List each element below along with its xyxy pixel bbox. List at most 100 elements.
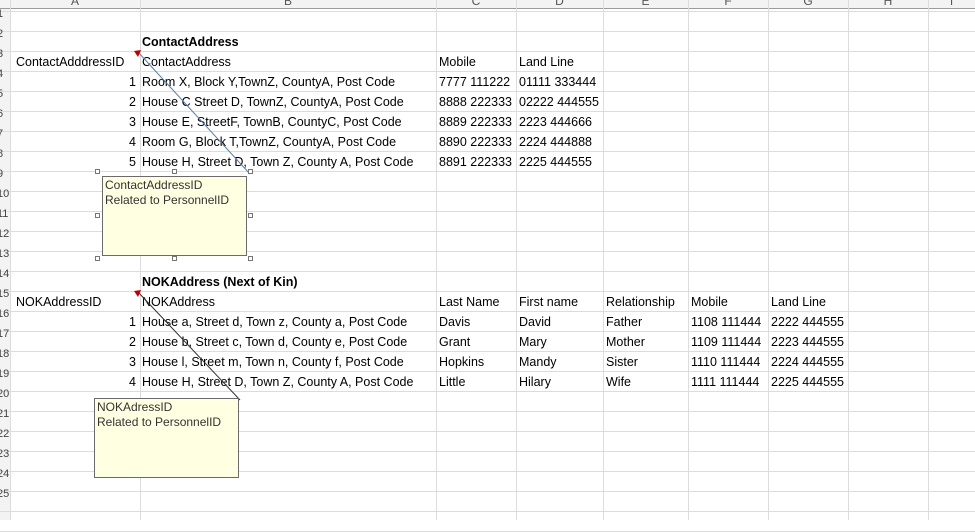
contact-comment-box[interactable]: ContactAddressID Related to PersonnelID (102, 176, 247, 256)
nok-mobile-cell[interactable]: 1109 111444 (691, 332, 761, 352)
row-header-5[interactable]: 5 (0, 84, 9, 104)
row-header-7[interactable]: 7 (0, 124, 9, 144)
nok-relationship-cell[interactable]: Wife (606, 372, 631, 392)
row-header-17[interactable]: 17 (0, 324, 9, 344)
contact-address-cell[interactable]: House H, Street D, Town Z, County A, Pos… (142, 152, 413, 172)
nok-last-name-cell[interactable]: Grant (439, 332, 470, 352)
row-header-1[interactable]: 1 (0, 4, 9, 24)
nok-mobile-cell[interactable]: 1111 111444 (691, 372, 759, 392)
resize-handle-top-right[interactable] (248, 169, 253, 174)
nok-landline-cell[interactable]: 2222 444555 (771, 312, 844, 332)
resize-handle-bottom[interactable] (172, 256, 177, 261)
nok-section-title[interactable]: NOKAddress (Next of Kin) (142, 272, 298, 292)
contact-id-cell[interactable]: 4 (10, 132, 136, 152)
nok-header-landline[interactable]: Land Line (771, 292, 826, 312)
contact-header-id[interactable]: ContactAdddressID (16, 52, 124, 72)
contact-landline-cell[interactable]: 2225 444555 (519, 152, 592, 172)
contact-mobile-cell[interactable]: 8888 222333 (439, 92, 512, 112)
contact-id-cell[interactable]: 1 (10, 72, 136, 92)
row-header-18[interactable]: 18 (0, 344, 9, 364)
row-header-21[interactable]: 21 (0, 404, 9, 424)
contact-mobile-cell[interactable]: 7777 111222 (439, 72, 510, 92)
nok-landline-cell[interactable]: 2223 444555 (771, 332, 844, 352)
spreadsheet-grid[interactable]: ABCDEFGHI1234567891011121314151617181920… (0, 0, 975, 532)
nok-address-cell[interactable]: House b, Street c, Town d, County e, Pos… (142, 332, 407, 352)
column-header-i[interactable]: I (928, 0, 975, 8)
resize-handle-bottom-left[interactable] (95, 256, 100, 261)
column-header-e[interactable]: E (603, 0, 688, 8)
nok-id-cell[interactable]: 1 (10, 312, 136, 332)
contact-header-address[interactable]: ContactAddress (142, 52, 231, 72)
nok-first-name-cell[interactable]: Mandy (519, 352, 557, 372)
nok-relationship-cell[interactable]: Father (606, 312, 642, 332)
row-header-3[interactable]: 3 (0, 44, 9, 64)
contact-id-cell[interactable]: 3 (10, 112, 136, 132)
column-header-g[interactable]: G (768, 0, 848, 8)
nok-mobile-cell[interactable]: 1108 111444 (691, 312, 761, 332)
contact-address-cell[interactable]: House C Street D, TownZ, CountyA, Post C… (142, 92, 404, 112)
row-header-8[interactable]: 8 (0, 144, 9, 164)
nok-header-relationship[interactable]: Relationship (606, 292, 675, 312)
contact-section-title[interactable]: ContactAddress (142, 32, 239, 52)
nok-first-name-cell[interactable]: David (519, 312, 551, 332)
contact-address-cell[interactable]: Room G, Block T,TownZ, CountyA, Post Cod… (142, 132, 396, 152)
nok-header-address[interactable]: NOKAddress (142, 292, 215, 312)
nok-first-name-cell[interactable]: Hilary (519, 372, 551, 392)
column-header-b[interactable]: B (140, 0, 436, 8)
contact-landline-cell[interactable]: 2223 444666 (519, 112, 592, 132)
nok-relationship-cell[interactable]: Sister (606, 352, 638, 372)
nok-address-cell[interactable]: House a, Street d, Town z, County a, Pos… (142, 312, 407, 332)
nok-address-cell[interactable]: House l, Street m, Town n, County f, Pos… (142, 352, 404, 372)
contact-mobile-cell[interactable]: 8889 222333 (439, 112, 512, 132)
nok-header-last-name[interactable]: Last Name (439, 292, 499, 312)
nok-landline-cell[interactable]: 2224 444555 (771, 352, 844, 372)
row-header-23[interactable]: 23 (0, 444, 9, 464)
nok-header-id[interactable]: NOKAddressID (16, 292, 101, 312)
row-header-22[interactable]: 22 (0, 424, 9, 444)
row-header-14[interactable]: 14 (0, 264, 9, 284)
contact-id-cell[interactable]: 5 (10, 152, 136, 172)
contact-landline-cell[interactable]: 02222 444555 (519, 92, 599, 112)
contact-mobile-cell[interactable]: 8891 222333 (439, 152, 512, 172)
nok-relationship-cell[interactable]: Mother (606, 332, 645, 352)
row-header-15[interactable]: 15 (0, 284, 9, 304)
row-header-4[interactable]: 4 (0, 64, 9, 84)
contact-id-cell[interactable]: 2 (10, 92, 136, 112)
row-header-13[interactable]: 13 (0, 244, 9, 264)
nok-id-cell[interactable]: 2 (10, 332, 136, 352)
nok-landline-cell[interactable]: 2225 444555 (771, 372, 844, 392)
resize-handle-bottom-right[interactable] (248, 256, 253, 261)
row-header-2[interactable]: 2 (0, 24, 9, 44)
row-header-19[interactable]: 19 (0, 364, 9, 384)
resize-handle-top[interactable] (172, 169, 177, 174)
contact-landline-cell[interactable]: 2224 444888 (519, 132, 592, 152)
contact-address-cell[interactable]: House E, StreetF, TownB, CountyC, Post C… (142, 112, 402, 132)
row-header-6[interactable]: 6 (0, 104, 9, 124)
contact-header-landline[interactable]: Land Line (519, 52, 574, 72)
resize-handle-top-left[interactable] (95, 169, 100, 174)
nok-mobile-cell[interactable]: 1110 111444 (691, 352, 760, 372)
nok-header-first-name[interactable]: First name (519, 292, 578, 312)
row-header-10[interactable]: 10 (0, 184, 9, 204)
resize-handle-right[interactable] (248, 213, 253, 218)
row-header-16[interactable]: 16 (0, 304, 9, 324)
column-header-a[interactable]: A (10, 0, 140, 8)
nok-last-name-cell[interactable]: Davis (439, 312, 470, 332)
nok-address-cell[interactable]: House H, Street D, Town Z, County A, Pos… (142, 372, 413, 392)
column-header-f[interactable]: F (688, 0, 768, 8)
contact-landline-cell[interactable]: 01111 333444 (519, 72, 596, 92)
column-header-h[interactable]: H (848, 0, 928, 8)
nok-comment-box[interactable]: NOKAdressID Related to PersonnelID (94, 398, 239, 478)
nok-last-name-cell[interactable]: Hopkins (439, 352, 484, 372)
contact-mobile-cell[interactable]: 8890 222333 (439, 132, 512, 152)
nok-first-name-cell[interactable]: Mary (519, 332, 547, 352)
nok-id-cell[interactable]: 3 (10, 352, 136, 372)
contact-header-mobile[interactable]: Mobile (439, 52, 476, 72)
row-header-11[interactable]: 11 (0, 204, 9, 224)
row-header-9[interactable]: 9 (0, 164, 9, 184)
contact-address-cell[interactable]: Room X, Block Y,TownZ, CountyA, Post Cod… (142, 72, 395, 92)
nok-header-mobile[interactable]: Mobile (691, 292, 728, 312)
resize-handle-left[interactable] (95, 213, 100, 218)
row-header-12[interactable]: 12 (0, 224, 9, 244)
row-header-25[interactable]: 25 (0, 484, 9, 504)
